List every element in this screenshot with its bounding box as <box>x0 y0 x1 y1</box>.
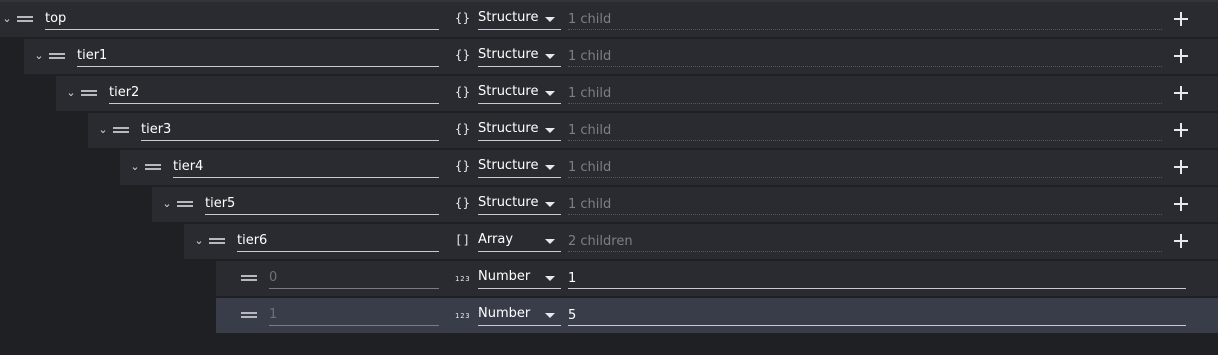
index-field: 1 <box>269 304 439 326</box>
key-field[interactable]: tier1 <box>77 45 439 67</box>
structure-type-icon: {} <box>455 122 471 136</box>
type-dropdown[interactable]: Structure <box>478 156 561 178</box>
caret-down-icon <box>545 313 555 318</box>
drag-handle-icon[interactable] <box>241 312 257 318</box>
type-label: Array <box>478 232 514 247</box>
caret-down-icon <box>545 165 555 170</box>
type-label: Structure <box>478 10 539 25</box>
structure-type-icon: {} <box>455 159 471 173</box>
chevron-down-icon[interactable]: ⌄ <box>32 47 46 63</box>
type-label: Number <box>478 269 531 284</box>
index-field: 0 <box>269 267 439 289</box>
children-summary: 1 child <box>568 193 1162 215</box>
chevron-down-icon[interactable]: ⌄ <box>192 232 206 248</box>
key-field[interactable]: top <box>45 8 439 30</box>
plus-icon[interactable] <box>1174 123 1188 137</box>
tree-row-tier3: ⌄ tier3 {} Structure 1 child <box>88 113 1218 150</box>
type-label: Structure <box>478 47 539 62</box>
type-dropdown[interactable]: Array <box>478 230 561 252</box>
key-field[interactable]: tier4 <box>173 156 439 178</box>
children-summary: 1 child <box>568 82 1162 104</box>
caret-down-icon <box>545 128 555 133</box>
chevron-down-icon[interactable]: ⌄ <box>96 121 110 137</box>
plus-icon[interactable] <box>1174 49 1188 63</box>
tree-row-tier5: ⌄ tier5 {} Structure 1 child <box>152 187 1218 224</box>
tree-row-tier2: ⌄ tier2 {} Structure 1 child <box>56 76 1218 113</box>
caret-down-icon <box>545 54 555 59</box>
type-dropdown[interactable]: Number <box>478 304 561 326</box>
children-summary: 1 child <box>568 156 1162 178</box>
type-label: Structure <box>478 121 539 136</box>
caret-down-icon <box>545 17 555 22</box>
tree-row-tier4: ⌄ tier4 {} Structure 1 child <box>120 150 1218 187</box>
key-field[interactable]: tier3 <box>141 119 439 141</box>
type-label: Structure <box>478 84 539 99</box>
drag-handle-icon[interactable] <box>113 127 129 133</box>
array-item-row: 0 123 Number 1 <box>216 261 1218 296</box>
structure-type-icon: {} <box>455 11 471 25</box>
type-label: Structure <box>478 195 539 210</box>
type-label: Structure <box>478 158 539 173</box>
drag-handle-icon[interactable] <box>145 164 161 170</box>
children-summary: 1 child <box>568 8 1162 30</box>
plus-icon[interactable] <box>1174 197 1188 211</box>
type-label: Number <box>478 306 531 321</box>
number-type-icon: 123 <box>455 312 471 320</box>
plus-icon[interactable] <box>1174 12 1188 26</box>
type-dropdown[interactable]: Number <box>478 267 561 289</box>
structure-type-icon: {} <box>455 48 471 62</box>
type-dropdown[interactable]: Structure <box>478 82 561 104</box>
drag-handle-icon[interactable] <box>241 275 257 281</box>
caret-down-icon <box>545 91 555 96</box>
chevron-down-icon[interactable]: ⌄ <box>128 158 142 174</box>
type-dropdown[interactable]: Structure <box>478 193 561 215</box>
children-summary: 2 children <box>568 230 1162 252</box>
value-input[interactable]: 1 <box>568 267 1186 289</box>
key-field[interactable]: tier2 <box>109 82 439 104</box>
children-summary: 1 child <box>568 119 1162 141</box>
plus-icon[interactable] <box>1174 160 1188 174</box>
number-type-icon: 123 <box>455 275 471 283</box>
tree-row-tier6: ⌄ tier6 [] Array 2 children <box>184 224 1218 261</box>
caret-down-icon <box>545 276 555 281</box>
plus-icon[interactable] <box>1174 234 1188 248</box>
structure-type-icon: {} <box>455 85 471 99</box>
chevron-down-icon[interactable]: ⌄ <box>64 84 78 100</box>
drag-handle-icon[interactable] <box>177 201 193 207</box>
chevron-down-icon[interactable]: ⌄ <box>0 10 14 26</box>
drag-handle-icon[interactable] <box>17 16 33 22</box>
children-summary: 1 child <box>568 45 1162 67</box>
chevron-down-icon[interactable]: ⌄ <box>160 195 174 211</box>
caret-down-icon <box>545 202 555 207</box>
array-type-icon: [] <box>455 233 471 247</box>
structure-type-icon: {} <box>455 196 471 210</box>
type-dropdown[interactable]: Structure <box>478 119 561 141</box>
plus-icon[interactable] <box>1174 86 1188 100</box>
tree-row-tier1: ⌄ tier1 {} Structure 1 child <box>24 39 1218 76</box>
type-dropdown[interactable]: Structure <box>478 45 561 67</box>
value-input[interactable]: 5 <box>568 304 1186 326</box>
key-field[interactable]: tier5 <box>205 193 439 215</box>
key-field[interactable]: tier6 <box>237 230 439 252</box>
caret-down-icon <box>545 239 555 244</box>
drag-handle-icon[interactable] <box>81 90 97 96</box>
array-item-row-selected: 1 123 Number 5 <box>216 298 1218 333</box>
type-dropdown[interactable]: Structure <box>478 8 561 30</box>
tree-row-top: ⌄ top {} Structure 1 child <box>0 2 1218 39</box>
drag-handle-icon[interactable] <box>49 53 65 59</box>
drag-handle-icon[interactable] <box>209 238 225 244</box>
